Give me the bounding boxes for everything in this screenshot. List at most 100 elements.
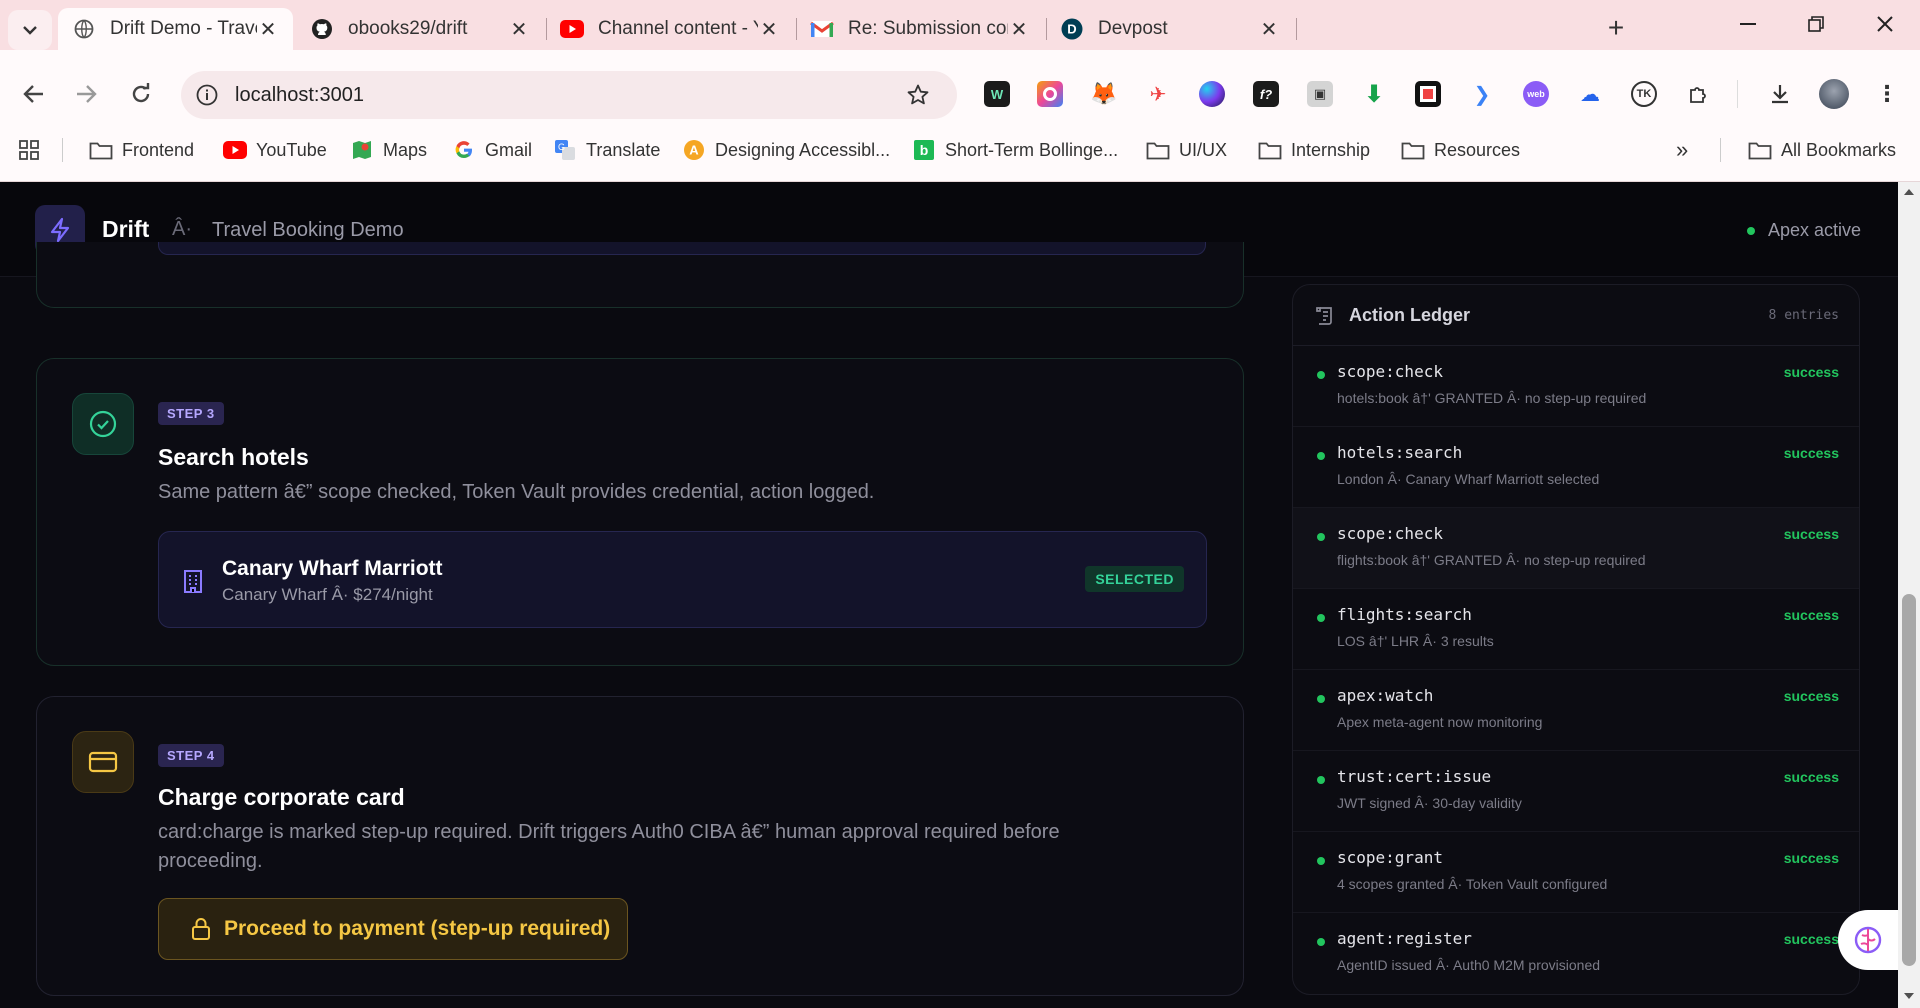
bookmark-label: UI/UX xyxy=(1179,139,1228,160)
minimize-button[interactable] xyxy=(1718,6,1778,42)
bolt-icon xyxy=(50,217,70,243)
entry-meta: Apex meta-agent now monitoring xyxy=(1337,714,1543,730)
bookmark-uiux[interactable]: UI/UX xyxy=(1146,137,1227,163)
bookmark-translate[interactable]: G Translate xyxy=(553,137,660,163)
step-description-cont: proceeding. xyxy=(158,850,263,872)
bookmark-gmail[interactable]: Gmail xyxy=(452,137,532,163)
lock-icon xyxy=(192,918,210,940)
downloads-icon[interactable] xyxy=(1767,81,1793,107)
ledger-entry[interactable]: trust:cert:issue success JWT signed Â· 30-… xyxy=(1293,751,1859,832)
reader-icon[interactable]: ▣ xyxy=(1307,81,1333,107)
tk-icon[interactable]: TK xyxy=(1631,81,1657,107)
arrow-left-icon xyxy=(23,85,43,103)
tab-devpost[interactable]: D Devpost ✕ xyxy=(1046,8,1294,50)
proceed-to-payment-button[interactable]: Proceed to payment (step-up required) xyxy=(158,898,628,960)
ledger-entry[interactable]: scope:grant success 4 scopes granted Â· To… xyxy=(1293,832,1859,913)
status-dot xyxy=(1317,371,1325,379)
function-icon[interactable]: f? xyxy=(1253,81,1279,107)
wakatime-icon[interactable]: W xyxy=(984,81,1010,107)
proceed-to-payment-label: Proceed to payment (step-up required) xyxy=(224,917,611,940)
apps-grid-icon[interactable] xyxy=(18,137,40,163)
ledger-entry[interactable]: scope:check success hotels:book â†' GRANTE… xyxy=(1293,346,1859,427)
forward-button[interactable] xyxy=(68,76,104,112)
scrollbar-thumb[interactable] xyxy=(1902,594,1916,966)
bookmark-frontend[interactable]: Frontend xyxy=(89,137,194,163)
entry-meta: 4 scopes granted Â· Token Vault configur… xyxy=(1337,876,1608,892)
assistant-floating-button[interactable] xyxy=(1838,910,1898,970)
close-tab-icon[interactable]: ✕ xyxy=(758,17,780,42)
scroll-down-icon[interactable] xyxy=(1903,992,1915,1000)
ledger-entry[interactable]: agent:register success AgentID issued Â· A… xyxy=(1293,913,1859,994)
more-bookmarks-icon[interactable]: » xyxy=(1676,137,1688,163)
reload-icon xyxy=(132,83,150,103)
bookmark-divider xyxy=(62,138,63,162)
new-tab-button[interactable]: + xyxy=(1598,12,1634,44)
app-viewport: Drift Â· Travel Booking Demo Apex active… xyxy=(0,182,1898,1008)
entry-status: success xyxy=(1783,769,1839,785)
status-dot xyxy=(1317,938,1325,946)
entry-status: success xyxy=(1783,850,1839,866)
step-card-charge-card: STEP 4 Charge corporate card card:charge… xyxy=(36,696,1244,996)
reload-button[interactable] xyxy=(123,76,159,112)
svg-text:D: D xyxy=(1067,22,1076,37)
arrow-right-icon xyxy=(77,85,97,103)
ledger-entry[interactable]: flights:search success LOS â†' LHR Â· 3 re… xyxy=(1293,589,1859,670)
step-description: card:charge is marked step-up required. … xyxy=(158,821,1060,843)
close-tab-icon[interactable]: ✕ xyxy=(508,17,530,42)
bookmark-resources[interactable]: Resources xyxy=(1401,137,1520,163)
all-bookmarks[interactable]: All Bookmarks xyxy=(1748,137,1896,163)
cloud-user-icon[interactable]: ☁ xyxy=(1577,81,1603,107)
tab-gmail[interactable]: Re: Submission confirmed ✕ xyxy=(796,8,1044,50)
tab-youtube[interactable]: Channel content - YouTu ✕ xyxy=(546,8,794,50)
bolt-icon[interactable]: ❯ xyxy=(1469,81,1495,107)
ledger-entry[interactable]: scope:check success flights:book â†' GRANT… xyxy=(1293,508,1859,589)
close-tab-icon[interactable]: ✕ xyxy=(1258,17,1280,42)
tab-search-button[interactable] xyxy=(8,10,52,50)
close-tab-icon[interactable]: ✕ xyxy=(1008,17,1030,42)
status-dot xyxy=(1317,695,1325,703)
bookmark-maps[interactable]: Maps xyxy=(350,137,427,163)
edge-icon[interactable] xyxy=(1199,81,1225,107)
download-green-icon[interactable]: ⬇ xyxy=(1361,81,1387,108)
bookmark-label: Gmail xyxy=(485,139,533,160)
close-window-button[interactable] xyxy=(1855,6,1915,42)
brand-name: Drift xyxy=(102,216,150,242)
scroll-text-icon xyxy=(1316,307,1332,325)
qr-icon[interactable] xyxy=(1415,81,1441,107)
bookmark-youtube[interactable]: YouTube xyxy=(223,137,327,163)
globe-icon xyxy=(72,17,96,41)
status-dot xyxy=(1746,226,1755,235)
ledger-count: 8 entries xyxy=(1768,308,1839,323)
bookmark-label: Short-Term Bollinge... xyxy=(945,139,1119,160)
tab-drift-demo[interactable]: Drift Demo - Travel Booki ✕ xyxy=(58,8,293,50)
tab-title: Re: Submission confirmed xyxy=(848,18,1008,39)
profile-avatar[interactable] xyxy=(1819,79,1849,109)
bookmark-label: Designing Accessibl... xyxy=(715,139,891,160)
url-text[interactable]: localhost:3001 xyxy=(235,84,364,107)
address-bar[interactable]: localhost:3001 xyxy=(181,71,957,119)
back-button[interactable] xyxy=(16,76,52,112)
more-menu-icon[interactable]: ⋮ xyxy=(1874,81,1900,107)
apex-status: Apex active xyxy=(1746,220,1861,241)
site-info-icon[interactable] xyxy=(196,84,218,106)
bookmark-short-term-bollinger[interactable]: b Short-Term Bollinge... xyxy=(912,137,1118,163)
metamask-icon[interactable]: 🦊 xyxy=(1090,81,1117,107)
entry-status: success xyxy=(1783,526,1839,542)
restore-button[interactable] xyxy=(1786,6,1846,42)
hermes-icon[interactable]: ✈ xyxy=(1145,81,1171,107)
page-scrollbar[interactable] xyxy=(1898,182,1920,1008)
ledger-entry[interactable]: hotels:search success London Â· Canary Wha… xyxy=(1293,427,1859,508)
puzzle-icon[interactable] xyxy=(1686,81,1712,107)
bookmark-designing-accessibl[interactable]: A Designing Accessibl... xyxy=(682,137,890,163)
scroll-up-icon[interactable] xyxy=(1903,188,1915,196)
webfigma-icon[interactable]: web xyxy=(1523,81,1549,107)
bookmark-label: YouTube xyxy=(256,139,327,160)
step-badge: STEP 3 xyxy=(158,402,224,425)
colorzilla-icon[interactable] xyxy=(1037,81,1063,107)
hotel-result-card[interactable]: Canary Wharf Marriott Canary Wharf Â· $2… xyxy=(158,531,1207,628)
ledger-entry[interactable]: apex:watch success Apex meta-agent now mon… xyxy=(1293,670,1859,751)
bookmark-star-icon[interactable] xyxy=(906,83,930,107)
bookmark-internship[interactable]: Internship xyxy=(1258,137,1370,163)
close-tab-icon[interactable]: ✕ xyxy=(257,17,279,42)
tab-github[interactable]: obooks29/drift ✕ xyxy=(296,8,544,50)
